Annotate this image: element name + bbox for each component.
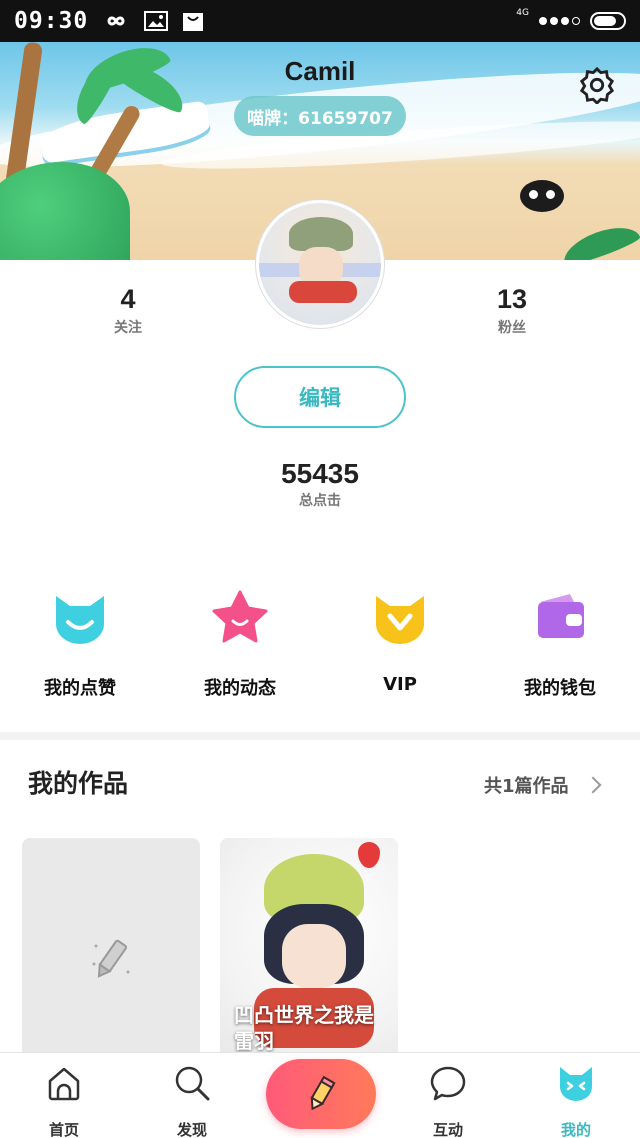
nav-home[interactable]: 首页 [14,1063,114,1138]
works-count-label: 共1篇作品 [484,776,569,797]
user-id-badge: 喵牌：61659707 [234,96,406,136]
vip-cat-icon [376,596,424,644]
username: Camil [284,56,356,86]
edit-profile-button[interactable]: 编辑 [234,366,406,428]
status-time: 09:30 [14,8,89,34]
works-section-title: 我的作品 [28,769,129,798]
battery-icon [590,12,626,30]
black-cat-illustration [520,180,564,212]
chat-bubble-icon [430,1066,466,1101]
cat-profile-icon [560,1067,592,1101]
total-clicks-count: 55435 [281,458,359,489]
nav-mine[interactable]: 我的 [526,1063,626,1138]
bottom-nav: 首页 发现 互动 我的 [0,1052,640,1138]
nav-interact[interactable]: 互动 [398,1063,498,1138]
new-work-card[interactable] [22,838,200,1068]
followers-count: 13 [496,284,528,314]
chevron-right-icon [584,776,602,794]
pencil-icon [92,939,130,978]
plant-illustration [0,162,130,260]
quick-label: 我的点赞 [44,678,116,699]
quick-label: VIP [383,674,417,695]
quick-item-posts[interactable]: 我的动态 [160,588,320,700]
works-count-link[interactable]: 共1篇作品 [484,772,602,798]
bag-icon [183,13,204,31]
nav-label: 我的 [560,1121,591,1138]
work-card[interactable]: 凹凸世界之我是雷羽 [220,838,398,1068]
avatar[interactable] [256,200,384,328]
nav-label: 发现 [176,1121,207,1138]
work-title: 凹凸世界之我是雷羽 [234,1003,374,1053]
create-button[interactable] [266,1059,376,1129]
following-label: 关注 [114,320,142,336]
following-count: 4 [120,284,136,314]
nav-label: 互动 [432,1121,463,1138]
signal-icon [539,17,580,25]
network-type: 4G [516,8,529,18]
quick-item-vip[interactable]: VIP [320,588,480,695]
pencil-create-icon [310,1075,336,1111]
total-clicks-label: 总点击 [299,493,341,509]
quick-item-wallet[interactable]: 我的钱包 [480,588,640,700]
home-icon [48,1067,80,1101]
nav-label: 首页 [48,1121,79,1138]
quick-item-likes[interactable]: 我的点赞 [0,588,160,700]
total-clicks: 55435 总点击 [220,458,420,510]
star-smile-icon [212,590,268,643]
status-bar: 09:30 4G [0,0,640,42]
infinity-icon [107,16,125,26]
section-divider [0,732,640,740]
followers-stat[interactable]: 13 粉丝 [452,284,572,337]
quick-label: 我的钱包 [524,678,596,699]
settings-gear-icon[interactable] [578,66,616,104]
followers-label: 粉丝 [498,320,526,336]
image-icon [144,11,169,31]
quick-label: 我的动态 [204,678,276,699]
cat-smile-icon [56,596,104,644]
nav-discover[interactable]: 发现 [142,1063,242,1138]
wallet-icon [538,594,584,638]
following-stat[interactable]: 4 关注 [68,284,188,337]
search-icon [175,1066,210,1101]
